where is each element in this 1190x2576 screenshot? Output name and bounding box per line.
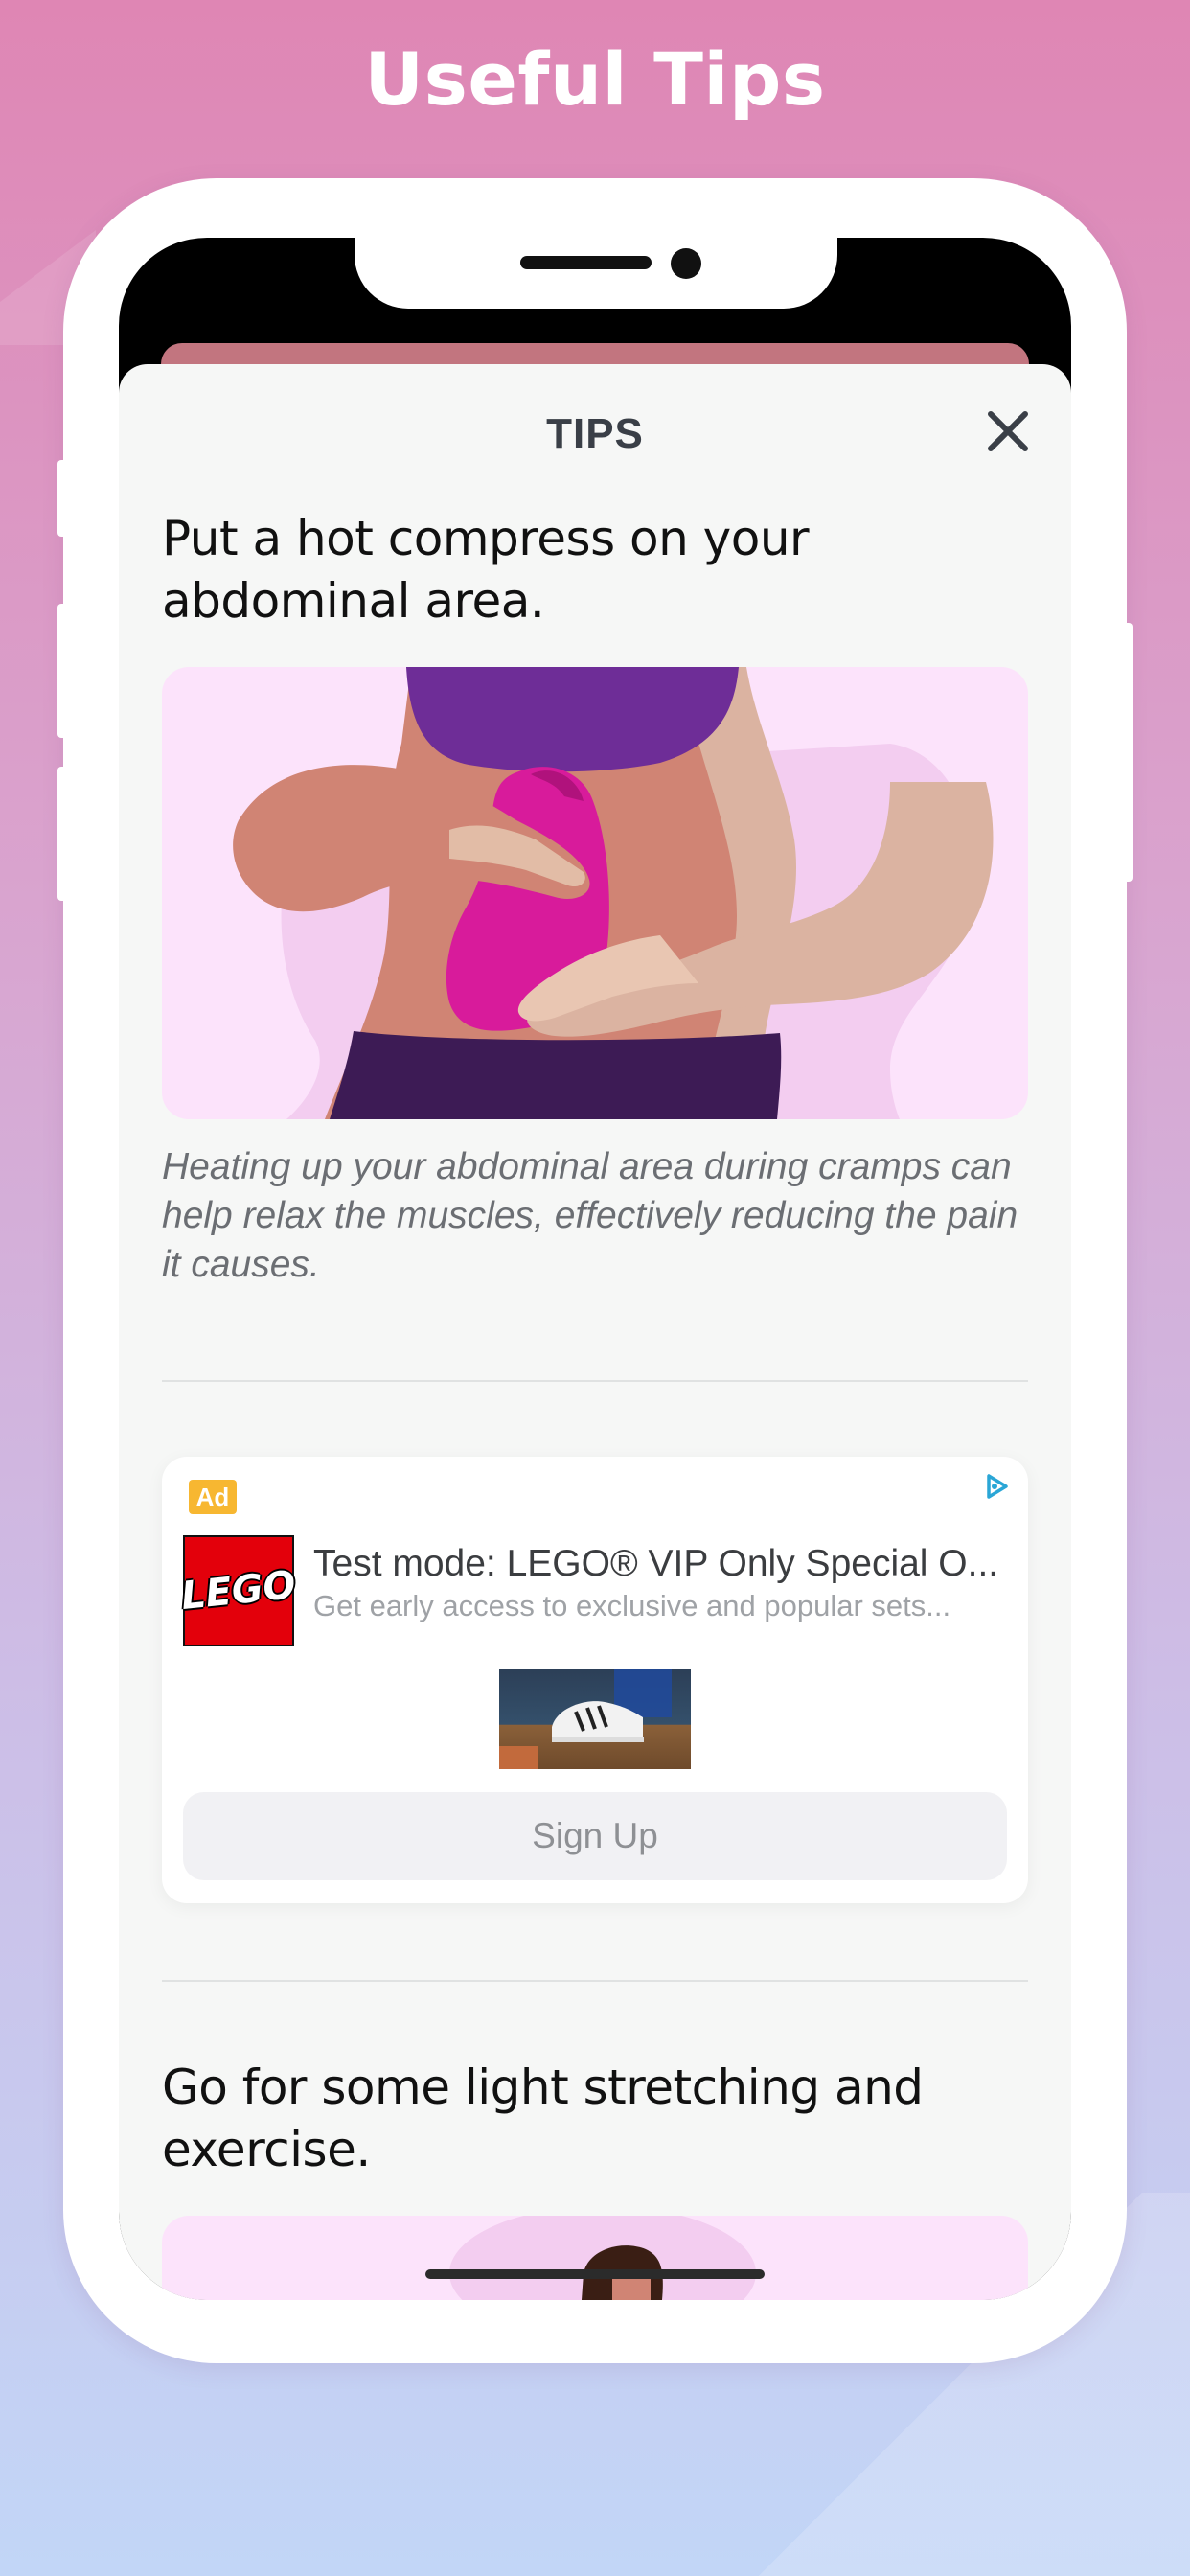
ad-advertiser-logo[interactable]: LEGO [179, 1535, 298, 1646]
ad-badge: Ad [189, 1480, 237, 1514]
close-icon [988, 411, 1028, 451]
promo-headline: Useful Tips [364, 36, 826, 122]
tip-heading: Go for some light stretching and exercis… [162, 2059, 924, 2177]
tip-heading: Put a hot compress on your abdominal are… [162, 511, 810, 629]
ad-card[interactable]: Ad LEGO Test mode: LEGO® VIP Only Specia… [162, 1457, 1028, 1903]
close-button[interactable] [979, 402, 1037, 460]
ad-title[interactable]: Test mode: LEGO® VIP Only Special O... [313, 1543, 1003, 1585]
phone-mute-switch [57, 460, 67, 537]
ad-subtitle: Get early access to exclusive and popula… [313, 1589, 951, 1622]
stretching-illustration [162, 2216, 1028, 2300]
tips-sheet: TIPS Put a hot compress on your abdomina… [119, 364, 1071, 2300]
ad-media-image[interactable] [499, 1669, 691, 1769]
phone-notch [355, 238, 837, 309]
phone-volume-up [57, 604, 67, 738]
hot-compress-illustration [162, 667, 1028, 1119]
home-indicator[interactable] [425, 2269, 765, 2279]
phone-camera [671, 248, 701, 279]
phone-power-button [1123, 623, 1133, 882]
ad-cta-button[interactable]: Sign Up [183, 1792, 1007, 1880]
ad-logo-text: LEGO [179, 1562, 298, 1620]
sheet-title: TIPS [546, 410, 644, 457]
phone-volume-down [57, 767, 67, 901]
phone-screen: TIPS Put a hot compress on your abdomina… [119, 238, 1071, 2300]
section-divider [162, 1380, 1028, 1382]
tip-description: Heating up your abdominal area during cr… [162, 1146, 1018, 1285]
adchoices-icon[interactable] [980, 1470, 1013, 1503]
phone-speaker [520, 256, 652, 269]
section-divider [162, 1980, 1028, 1982]
